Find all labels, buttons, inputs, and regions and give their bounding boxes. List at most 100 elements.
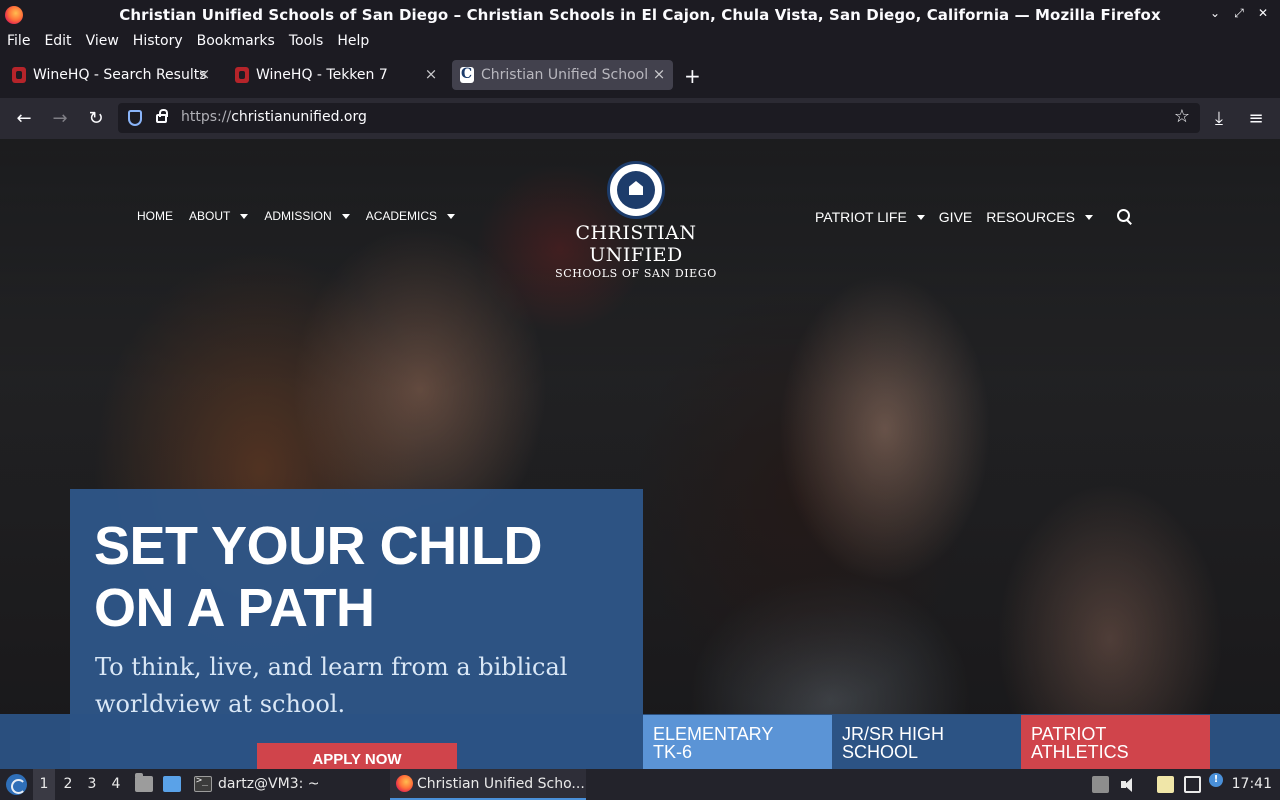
workspace-1[interactable]: 1 bbox=[33, 769, 55, 800]
menu-bar: File Edit View History Bookmarks Tools H… bbox=[0, 30, 1280, 52]
caret-down-icon bbox=[341, 213, 350, 219]
apply-now-button[interactable]: APPLY NOW bbox=[257, 743, 457, 769]
nav-toolbar: ← → ↻ https://christianunified.org ☆ ⤓ ≡ bbox=[0, 98, 1280, 139]
url-host: christianunified.org bbox=[231, 109, 367, 125]
nav-label: HOME bbox=[137, 209, 173, 223]
file-manager-icon[interactable] bbox=[135, 773, 153, 792]
firefox-icon bbox=[5, 6, 23, 24]
nav-about[interactable]: ABOUT bbox=[189, 209, 249, 223]
nav-label: ABOUT bbox=[189, 209, 231, 223]
menu-tools[interactable]: Tools bbox=[289, 33, 324, 49]
bookmark-star-icon[interactable]: ☆ bbox=[1174, 106, 1190, 127]
workspace-3[interactable]: 3 bbox=[81, 769, 103, 800]
close-tab-icon[interactable]: × bbox=[651, 66, 667, 82]
menu-view[interactable]: View bbox=[86, 33, 119, 49]
task-terminal[interactable]: dartz@VM3: ~ bbox=[218, 769, 320, 800]
search-icon[interactable] bbox=[1116, 209, 1133, 225]
tracking-protection-shield-icon[interactable] bbox=[128, 110, 142, 126]
menu-edit[interactable]: Edit bbox=[44, 33, 71, 49]
url-bar[interactable]: https://christianunified.org ☆ bbox=[118, 103, 1200, 133]
tile-line: PATRIOT bbox=[1031, 724, 1107, 744]
close-tab-icon[interactable]: × bbox=[196, 66, 212, 82]
tab-christian-unified[interactable]: Christian Unified Schools × bbox=[452, 60, 673, 90]
site-nav-right: PATRIOT LIFE GIVE RESOURCES bbox=[815, 209, 1133, 225]
tile-patriot-athletics[interactable]: PATRIOT ATHLETICS bbox=[1021, 715, 1210, 769]
tab-winehq-search[interactable]: WineHQ - Search Results × bbox=[4, 60, 218, 90]
menu-file[interactable]: File bbox=[7, 33, 30, 49]
tab-label: WineHQ - Tekken 7 bbox=[256, 67, 388, 83]
caret-down-icon bbox=[240, 213, 249, 219]
nav-admission[interactable]: ADMISSION bbox=[264, 209, 350, 223]
tile-line: SCHOOL bbox=[842, 742, 919, 762]
firefox-icon bbox=[396, 775, 413, 792]
nav-home[interactable]: HOME bbox=[137, 209, 173, 223]
nav-give[interactable]: GIVE bbox=[939, 209, 972, 225]
window-title: Christian Unified Schools of San Diego –… bbox=[119, 6, 1161, 24]
tab-strip: WineHQ - Search Results × WineHQ - Tekke… bbox=[0, 54, 1280, 98]
close-window-icon[interactable]: ✕ bbox=[1256, 6, 1270, 21]
taskbar: 1 2 3 4 dartz@VM3: ~ Christian Unified S… bbox=[0, 769, 1280, 800]
update-notification-icon[interactable]: ! bbox=[1209, 773, 1223, 787]
caret-down-icon bbox=[447, 213, 456, 219]
caret-down-icon bbox=[1084, 214, 1093, 220]
nav-label: GIVE bbox=[938, 209, 973, 225]
logo-name: CHRISTIAN UNIFIED bbox=[575, 222, 697, 266]
window-controls: ⌄ ⤢ ✕ bbox=[1208, 6, 1270, 21]
tray-app-icon[interactable] bbox=[1092, 776, 1109, 793]
minimize-icon[interactable]: ⌄ bbox=[1208, 6, 1222, 21]
tab-winehq-tekken[interactable]: WineHQ - Tekken 7 × bbox=[227, 60, 445, 90]
nav-label: PATRIOT LIFE bbox=[815, 209, 907, 225]
school-seal-icon bbox=[607, 161, 665, 219]
school-logo[interactable]: CHRISTIAN UNIFIED SCHOOLS OF SAN DIEGO bbox=[530, 161, 742, 280]
volume-icon[interactable] bbox=[1120, 776, 1137, 793]
workspace-4[interactable]: 4 bbox=[105, 769, 127, 800]
hero-title: SET YOUR CHILD ON A PATH bbox=[94, 516, 543, 638]
tab-label: Christian Unified Schools bbox=[481, 67, 649, 83]
nav-label: ADMISSION bbox=[264, 209, 332, 223]
network-icon[interactable] bbox=[1184, 776, 1201, 793]
hamburger-menu-icon[interactable]: ≡ bbox=[1244, 107, 1268, 131]
web-page: HOME ABOUT ADMISSION ACADEMICS CHRISTIAN… bbox=[0, 139, 1280, 769]
nav-academics[interactable]: ACADEMICS bbox=[365, 209, 456, 223]
start-menu-icon[interactable] bbox=[6, 774, 27, 795]
menu-help[interactable]: Help bbox=[337, 33, 369, 49]
workspace-2[interactable]: 2 bbox=[57, 769, 79, 800]
url-protocol: https:// bbox=[181, 109, 232, 125]
tile-line: JR/SR HIGH bbox=[842, 724, 945, 744]
tile-line: ATHLETICS bbox=[1031, 742, 1129, 762]
tile-line: ELEMENTARY bbox=[653, 724, 774, 744]
menu-bookmarks[interactable]: Bookmarks bbox=[197, 33, 275, 49]
task-firefox[interactable]: Christian Unified Scho... bbox=[390, 769, 586, 800]
tab-label: WineHQ - Search Results bbox=[33, 67, 207, 83]
nav-label: ACADEMICS bbox=[365, 209, 438, 223]
lock-icon[interactable] bbox=[156, 109, 168, 123]
winehq-favicon-icon bbox=[235, 67, 249, 83]
clipboard-icon[interactable] bbox=[1157, 776, 1174, 793]
tile-line: TK-6 bbox=[653, 742, 693, 762]
christian-unified-favicon-icon bbox=[460, 66, 474, 83]
menu-history[interactable]: History bbox=[133, 33, 183, 49]
window-titlebar: Christian Unified Schools of San Diego –… bbox=[0, 0, 1280, 30]
forward-arrow-icon[interactable]: → bbox=[48, 107, 72, 131]
terminal-icon[interactable] bbox=[194, 775, 212, 792]
back-arrow-icon[interactable]: ← bbox=[12, 107, 36, 131]
task-label: Christian Unified Scho... bbox=[417, 776, 585, 792]
reload-icon[interactable]: ↻ bbox=[84, 107, 108, 131]
url-text[interactable]: https://christianunified.org bbox=[181, 109, 367, 125]
nav-patriot-life[interactable]: PATRIOT LIFE bbox=[815, 209, 925, 225]
winehq-favicon-icon bbox=[12, 67, 26, 83]
tile-jr-sr-high[interactable]: JR/SR HIGH SCHOOL bbox=[832, 715, 1021, 769]
maximize-icon[interactable]: ⤢ bbox=[1232, 6, 1246, 21]
nav-resources[interactable]: RESOURCES bbox=[986, 209, 1093, 225]
nav-label: RESOURCES bbox=[986, 209, 1075, 225]
site-nav-left: HOME ABOUT ADMISSION ACADEMICS bbox=[137, 209, 456, 223]
new-tab-icon[interactable]: + bbox=[684, 66, 701, 86]
show-desktop-icon[interactable] bbox=[163, 776, 181, 792]
close-tab-icon[interactable]: × bbox=[423, 66, 439, 82]
tile-elementary[interactable]: ELEMENTARY TK-6 bbox=[643, 715, 832, 769]
hero-subtitle: To think, live, and learn from a biblica… bbox=[95, 653, 568, 718]
clock[interactable]: 17:41 bbox=[1232, 769, 1272, 800]
downloads-icon[interactable]: ⤓ bbox=[1207, 107, 1231, 131]
caret-down-icon bbox=[916, 214, 925, 220]
logo-subtitle: SCHOOLS OF SAN DIEGO bbox=[555, 267, 717, 280]
